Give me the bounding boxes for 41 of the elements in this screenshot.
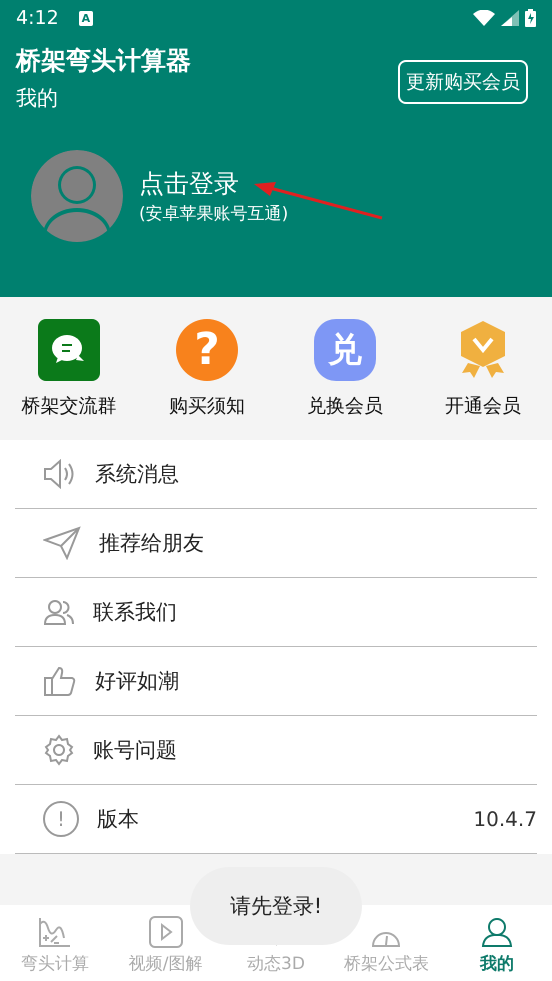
nav-tab[interactable]: 我的 (442, 905, 552, 981)
chart-icon (38, 916, 72, 948)
menu-label: 推荐给朋友 (99, 530, 205, 557)
shortcut-label[interactable]: 购买须知 (169, 393, 245, 419)
menu-item[interactable]: 联系我们 (15, 578, 537, 647)
people-icon (43, 598, 75, 626)
shortcut-label[interactable]: 开通会员 (445, 393, 521, 419)
menu-item[interactable]: 好评如潮 (15, 647, 537, 716)
menu-label: 联系我们 (93, 599, 178, 626)
battery-icon (525, 9, 536, 27)
info-icon: ! (43, 801, 79, 837)
page-title: 我的 (16, 85, 59, 112)
login-link[interactable]: 点击登录 (139, 167, 288, 200)
app-title: 桥架弯头计算器 (16, 45, 191, 77)
send-icon (43, 526, 81, 560)
question-icon: ? (176, 319, 238, 381)
menu-item[interactable]: 系统消息 (15, 440, 537, 509)
chat-icon (38, 319, 100, 381)
login-toast: 请先登录! (190, 867, 362, 945)
menu-label: 好评如潮 (95, 668, 180, 695)
exchange-icon: 兑 (314, 319, 376, 381)
user-icon (480, 916, 513, 948)
shortcut-label[interactable]: 桥架交流群 (22, 393, 116, 419)
wifi-icon (473, 10, 495, 26)
video-icon (148, 916, 183, 948)
menu-item[interactable]: 推荐给朋友 (15, 509, 537, 578)
signal-icon (501, 10, 519, 26)
version-number: 10.4.7 (473, 807, 537, 831)
thumbs-up-icon (43, 665, 77, 697)
menu-label: 版本 (97, 806, 140, 833)
menu-item[interactable]: ! 版本 10.4.7 (15, 785, 537, 854)
clock: 4:12 (16, 7, 59, 29)
login-note: (安卓苹果账号互通) (139, 203, 288, 225)
renew-membership-button[interactable]: 更新购买会员 (398, 60, 528, 104)
menu-label: 账号问题 (93, 737, 178, 764)
menu-label: 系统消息 (95, 461, 180, 488)
settings-icon (43, 734, 75, 766)
menu-item[interactable]: 账号问题 (15, 716, 537, 785)
shortcut-label[interactable]: 兑换会员 (307, 393, 383, 419)
avatar[interactable] (31, 150, 123, 242)
notification-icon: A (78, 10, 94, 26)
